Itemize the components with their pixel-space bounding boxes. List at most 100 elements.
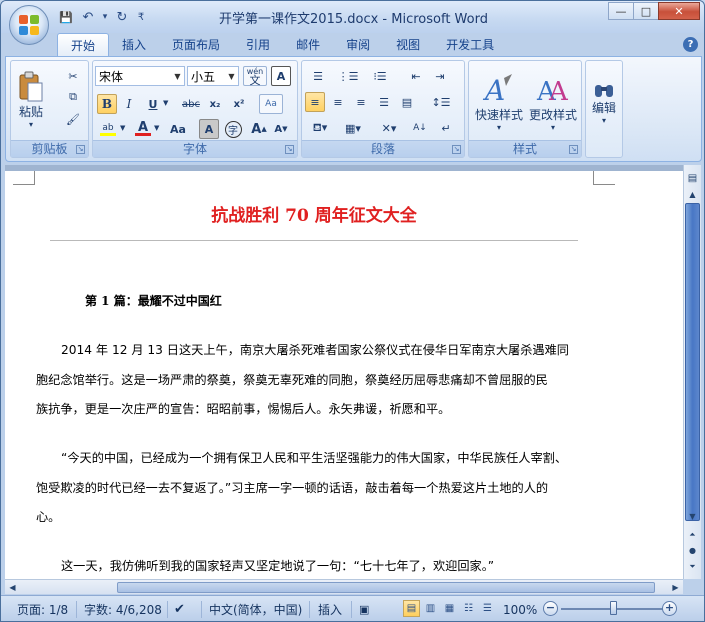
scroll-down-icon[interactable]: ▼: [685, 509, 700, 524]
paragraph-launcher-icon[interactable]: ↘: [452, 145, 461, 154]
document-canvas[interactable]: 抗战胜利 70 周年征文大全 第 1 篇：最耀不过中国红 2014 年 12 月…: [5, 165, 683, 579]
horizontal-scrollbar[interactable]: ◀ ▶: [5, 579, 683, 594]
print-layout-view-icon[interactable]: ▤: [403, 600, 420, 617]
minimize-button[interactable]: —: [608, 2, 634, 20]
bullets-icon[interactable]: ☰: [305, 66, 331, 86]
undo-dropdown-icon[interactable]: ▾: [101, 8, 109, 26]
character-shading-button[interactable]: A: [199, 119, 219, 139]
highlight-button[interactable]: ab: [97, 119, 119, 139]
scroll-up-icon[interactable]: ▲: [685, 187, 700, 202]
underline-button[interactable]: U: [143, 94, 163, 114]
decrease-indent-icon[interactable]: ⇤: [406, 66, 426, 86]
redo-icon[interactable]: ↻: [113, 8, 131, 26]
shrink-font-button[interactable]: A ▼: [271, 119, 291, 139]
highlight-dropdown-icon[interactable]: ▼: [120, 124, 125, 132]
underline-dropdown-icon[interactable]: ▼: [163, 99, 168, 107]
shading-icon[interactable]: ⛾▾: [305, 118, 335, 138]
chevron-down-icon[interactable]: ▼: [171, 67, 184, 85]
zoom-in-button[interactable]: +: [662, 601, 677, 616]
align-right-icon[interactable]: ≡: [351, 92, 371, 112]
tab-page-layout[interactable]: 页面布局: [159, 33, 233, 57]
change-case-button[interactable]: Aa: [165, 119, 191, 139]
align-center-icon[interactable]: ≡: [328, 92, 348, 112]
clipboard-launcher-icon[interactable]: ↘: [76, 145, 85, 154]
office-button[interactable]: [9, 5, 49, 45]
chinese-layout-icon[interactable]: ✕▾: [374, 118, 404, 138]
horizontal-scroll-thumb[interactable]: [117, 582, 655, 593]
tab-review[interactable]: 审阅: [333, 33, 383, 57]
next-page-icon[interactable]: ⏷: [685, 559, 700, 574]
previous-page-icon[interactable]: ⏶: [685, 527, 700, 542]
vertical-scrollbar[interactable]: ▤ ▲ ▼ ⏶ ● ⏷: [683, 165, 701, 579]
web-layout-icon[interactable]: ▦: [441, 600, 458, 617]
align-left-icon[interactable]: ≡: [305, 92, 325, 112]
character-border-button[interactable]: A: [271, 66, 291, 86]
pinyin-guide-button[interactable]: wén 文: [243, 66, 267, 86]
editing-button[interactable]: 编辑 ▾: [587, 67, 621, 137]
full-screen-reading-icon[interactable]: ▥: [422, 600, 439, 617]
italic-button[interactable]: I: [119, 94, 139, 114]
font-size-combo[interactable]: 小五 ▼: [187, 66, 239, 86]
superscript-button[interactable]: x²: [229, 94, 249, 114]
status-bar: 页面: 1/8 字数: 4/6,208 ✔ 中文(简体，中国) 插入 ▣ ▤ ▥…: [1, 595, 704, 621]
tab-insert[interactable]: 插入: [109, 33, 159, 57]
justify-icon[interactable]: ☰: [374, 92, 394, 112]
page-count[interactable]: 页面: 1/8: [17, 602, 68, 618]
font-launcher-icon[interactable]: ↘: [285, 145, 294, 154]
line-spacing-icon[interactable]: ↕☰: [426, 92, 456, 112]
close-button[interactable]: ✕: [658, 2, 700, 20]
change-styles-button[interactable]: A A 更改样式 ▾: [525, 65, 581, 139]
font-color-button[interactable]: A: [133, 119, 153, 139]
proofing-icon[interactable]: ✔: [174, 602, 185, 618]
bold-button[interactable]: B: [97, 94, 117, 114]
tab-home[interactable]: 开始: [57, 33, 110, 57]
maximize-button[interactable]: □: [633, 2, 659, 20]
scroll-right-icon[interactable]: ▶: [668, 580, 683, 594]
help-icon[interactable]: ?: [683, 37, 698, 52]
outline-view-icon[interactable]: ☷: [460, 600, 477, 617]
save-icon[interactable]: 💾: [57, 8, 75, 26]
tab-references[interactable]: 引用: [233, 33, 283, 57]
tab-developer[interactable]: 开发工具: [433, 33, 507, 57]
styles-launcher-icon[interactable]: ↘: [569, 145, 578, 154]
macro-record-icon[interactable]: ▣: [359, 602, 369, 618]
clear-formatting-button[interactable]: Aa: [259, 94, 283, 114]
vertical-scroll-thumb[interactable]: [685, 203, 700, 521]
tab-mailings[interactable]: 邮件: [283, 33, 333, 57]
enclose-characters-button[interactable]: 字: [223, 119, 243, 139]
window-controls: — □ ✕: [608, 2, 700, 20]
sort-icon[interactable]: A↓: [410, 118, 430, 138]
zoom-level[interactable]: 100%: [503, 602, 537, 618]
paste-button[interactable]: 粘贴 ▾: [15, 65, 47, 135]
subscript-button[interactable]: x₂: [205, 94, 225, 114]
cut-icon[interactable]: ✂: [63, 66, 83, 86]
status-divider: [351, 601, 352, 618]
show-marks-icon[interactable]: ↵: [436, 118, 456, 138]
customize-qat-icon[interactable]: ₹: [135, 8, 147, 26]
view-ruler-icon[interactable]: ▤: [685, 171, 700, 186]
borders-icon[interactable]: ▦▾: [338, 118, 368, 138]
strikethrough-button[interactable]: abc: [179, 94, 203, 114]
language-indicator[interactable]: 中文(简体，中国): [209, 602, 302, 618]
font-name-combo[interactable]: 宋体 ▼: [95, 66, 185, 86]
scroll-left-icon[interactable]: ◀: [5, 580, 20, 594]
zoom-slider-thumb[interactable]: [609, 601, 617, 615]
insert-mode[interactable]: 插入: [318, 602, 342, 618]
tab-view[interactable]: 视图: [383, 33, 433, 57]
copy-icon[interactable]: ⧉: [63, 87, 83, 107]
draft-view-icon[interactable]: ☰: [479, 600, 496, 617]
distributed-icon[interactable]: ▤: [397, 92, 417, 112]
increase-indent-icon[interactable]: ⇥: [430, 66, 450, 86]
word-count[interactable]: 字数: 4/6,208: [84, 602, 162, 618]
numbering-icon[interactable]: ⋮☰: [335, 66, 361, 86]
pinyin-guide-char-label: 文: [249, 74, 261, 87]
format-painter-icon[interactable]: 🖌: [63, 109, 83, 129]
grow-font-button[interactable]: A ▲: [249, 119, 269, 139]
quick-styles-button[interactable]: A 快速样式 ▾: [471, 65, 527, 139]
multilevel-list-icon[interactable]: ⁝☰: [366, 66, 394, 86]
browse-object-icon[interactable]: ●: [685, 543, 700, 558]
font-color-dropdown-icon[interactable]: ▼: [154, 124, 159, 132]
zoom-out-button[interactable]: −: [543, 601, 558, 616]
undo-icon[interactable]: ↶: [79, 8, 97, 26]
chevron-down-icon[interactable]: ▼: [225, 67, 238, 85]
